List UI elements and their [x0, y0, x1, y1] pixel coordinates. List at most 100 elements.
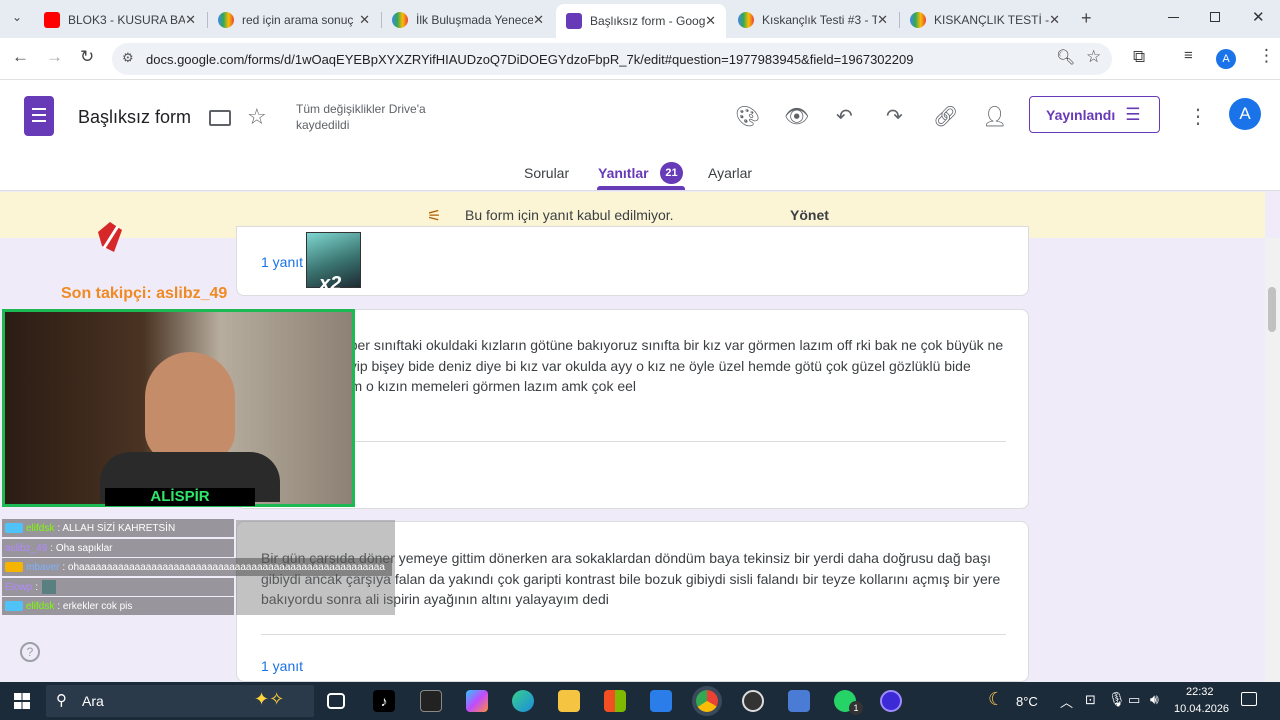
forward-arrow-icon[interactable]: → [46, 47, 63, 67]
microphone-icon[interactable]: 🎙︎ [1108, 691, 1126, 708]
calculator-icon[interactable] [788, 690, 810, 712]
volume-icon[interactable]: 🔊︎ [1150, 691, 1159, 708]
temperature[interactable]: 8°C [1016, 694, 1038, 709]
task-view-icon[interactable] [327, 693, 345, 709]
browser-tab-6[interactable]: KISKANÇLIK TESTİ -_ ✕ [900, 6, 1070, 34]
browser-tab-5[interactable]: Kıskançlık Testi #3 - T ✕ [728, 6, 898, 34]
browser-toolbar: ← → ↻ ⚙ docs.google.com/forms/d/1wOaqEYE… [0, 38, 1280, 80]
chat-emote-icon [42, 580, 57, 594]
tab-close-icon[interactable]: ✕ [1049, 12, 1060, 28]
tab-questions[interactable]: Sorular [524, 165, 569, 181]
divider [261, 634, 1006, 635]
help-icon[interactable]: ? [20, 642, 40, 662]
divider [261, 441, 1006, 442]
window-close-icon[interactable]: ✕ [1252, 8, 1265, 26]
tab-search-chevron-icon[interactable]: ⌄ [12, 10, 22, 24]
form-title[interactable]: Başlıksız form [78, 107, 191, 128]
google-forms-icon [566, 13, 582, 29]
chat-message: : ohaaaaaaaaaaaaaaaaaaaaaaaaaaaaaaaaaaaa… [62, 561, 385, 573]
notifications-icon[interactable] [1241, 692, 1257, 706]
forms-logo-icon[interactable] [24, 96, 54, 136]
taskbar-search-box[interactable]: ⚲ Ara ✦✧ [46, 685, 314, 717]
tray-app-icon[interactable]: ⊡ [1085, 692, 1096, 708]
tab-close-icon[interactable]: ✕ [877, 12, 888, 28]
scrollbar-thumb[interactable] [1268, 287, 1276, 332]
epic-games-icon[interactable] [420, 690, 442, 712]
sticker-image: x2 [306, 232, 361, 295]
undo-icon[interactable]: ↶ [836, 104, 853, 129]
file-explorer-icon[interactable] [558, 690, 580, 712]
address-bar[interactable]: ⚙ docs.google.com/forms/d/1wOaqEYEBpXYXZ… [112, 43, 1112, 75]
minimize-icon[interactable] [1168, 17, 1179, 18]
browser-menu-icon[interactable]: ⋮ [1258, 46, 1275, 66]
mail-icon[interactable] [650, 690, 672, 712]
clock-date[interactable]: 10.04.2026 [1174, 703, 1229, 715]
edge-icon[interactable] [512, 690, 534, 712]
browser-tab-1[interactable]: BLOK3 - KUSURA BA ✕ [34, 6, 206, 34]
clock-time[interactable]: 22:32 [1186, 686, 1214, 698]
sticker-badge: x2 [319, 273, 342, 295]
profile-avatar[interactable]: A [1216, 49, 1236, 69]
google-g-icon [218, 12, 234, 28]
add-collaborator-icon[interactable]: 👤︎ [982, 104, 1007, 129]
chrome-icon[interactable] [696, 690, 718, 712]
responses-count-badge: 21 [660, 162, 683, 184]
publish-button-label: Yayınlandı [1046, 106, 1116, 123]
chat-username: elifdsk [26, 600, 55, 612]
microsoft-store-icon[interactable] [604, 690, 626, 712]
more-options-icon[interactable]: ⋮ [1188, 104, 1208, 129]
publish-button[interactable]: Yayınlandı ☰ [1029, 96, 1160, 133]
palette-icon[interactable]: 🎨︎ [735, 104, 760, 129]
tray-chevron-icon[interactable]: ︿ [1060, 692, 1073, 711]
answer-count-link[interactable]: 1 yanıt [261, 254, 303, 270]
webcam-person [145, 352, 235, 462]
tab-title: Başlıksız form - Goog [590, 14, 706, 28]
chat-line: mbaver : ohaaaaaaaaaaaaaaaaaaaaaaaaaaaaa… [2, 558, 392, 576]
chat-username: mbaver [26, 561, 60, 573]
tab-close-icon[interactable]: ✕ [185, 12, 196, 28]
network-icon[interactable]: ▭ [1128, 692, 1140, 708]
search-placeholder: Ara [82, 693, 104, 709]
star-icon[interactable]: ☆ [247, 104, 267, 130]
tiktok-icon[interactable]: ♪ [373, 690, 395, 712]
media-queue-icon[interactable]: ≡ [1184, 47, 1193, 64]
tab-title: İlk Buluşmada Yenece [416, 13, 534, 27]
folder-icon[interactable] [209, 110, 231, 126]
preview-eye-icon[interactable]: 👁︎ [784, 104, 809, 129]
zoom-icon[interactable]: 🔍︎ [1056, 48, 1075, 66]
url-text: docs.google.com/forms/d/1wOaqEYEBpXYXZRY… [146, 51, 914, 67]
answer-count-link[interactable]: 1 yanıt [261, 658, 303, 674]
tab-title: KISKANÇLIK TESTİ -_ [934, 13, 1050, 27]
tab-settings[interactable]: Ayarlar [708, 165, 752, 181]
link-icon[interactable]: 🔗︎ [933, 104, 958, 129]
reload-icon[interactable]: ↻ [80, 47, 94, 67]
tune-sliders-icon: ☰ [1125, 104, 1141, 124]
account-avatar[interactable]: A [1229, 98, 1261, 130]
tab-close-icon[interactable]: ✕ [533, 12, 544, 28]
weather-moon-icon[interactable]: ☾ [988, 689, 1004, 710]
back-arrow-icon[interactable]: ← [12, 47, 29, 67]
google-g-icon [392, 12, 408, 28]
extensions-icon[interactable]: ⧉ [1133, 47, 1145, 67]
bookmark-star-icon[interactable]: ☆ [1086, 47, 1101, 67]
whatsapp-badge: 1 [849, 701, 863, 715]
chat-username: aslibz_49 [5, 542, 48, 554]
not-accepting-icon: ⚟ [427, 208, 442, 225]
new-tab-button[interactable]: + [1081, 8, 1092, 29]
app-circle-icon[interactable] [880, 690, 902, 712]
browser-tab-3[interactable]: İlk Buluşmada Yenece ✕ [382, 6, 554, 34]
windows-start-icon[interactable] [14, 693, 30, 709]
tab-close-icon[interactable]: ✕ [705, 13, 716, 29]
chat-line: Elowp : [2, 578, 234, 596]
manage-link[interactable]: Yönet [790, 207, 829, 223]
redo-icon[interactable]: ↷ [886, 104, 903, 129]
tab-close-icon[interactable]: ✕ [359, 12, 370, 28]
tab-responses[interactable]: Yanıtlar [598, 165, 649, 181]
maximize-icon[interactable] [1210, 12, 1220, 22]
obs-icon[interactable] [742, 690, 764, 712]
browser-tab-4-active[interactable]: Başlıksız form - Goog ✕ [556, 4, 726, 38]
site-info-icon[interactable]: ⚙ [122, 50, 134, 66]
search-highlight-icon: ✦✧ [254, 689, 285, 709]
browser-tab-2[interactable]: red için arama sonuç ✕ [208, 6, 380, 34]
copilot-icon[interactable] [466, 690, 488, 712]
